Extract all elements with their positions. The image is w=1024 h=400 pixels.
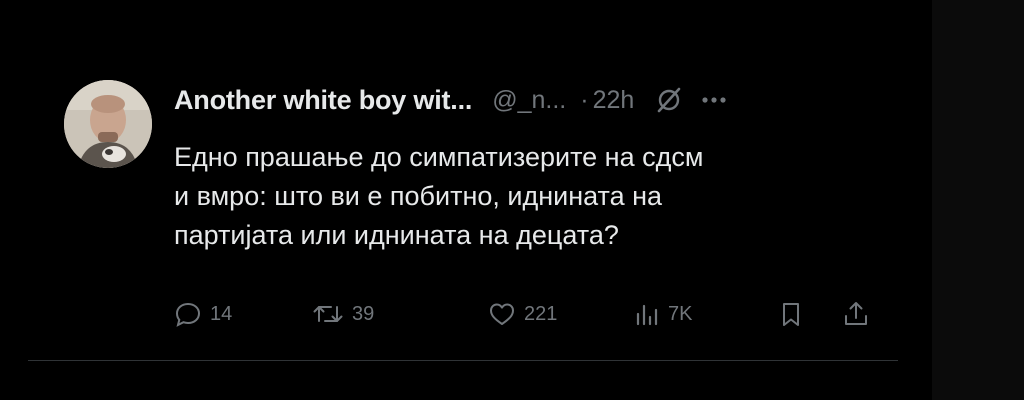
grok-slash-icon[interactable]: [654, 85, 684, 115]
more-icon[interactable]: [700, 86, 728, 114]
retweet-icon: [312, 300, 344, 328]
reply-button[interactable]: 14: [174, 296, 232, 332]
share-icon: [842, 300, 870, 328]
separator-dot: ·: [580, 85, 589, 114]
reply-icon: [174, 300, 202, 328]
views-icon: [634, 300, 660, 328]
display-name[interactable]: Another white boy wit...: [174, 85, 472, 116]
heart-icon: [488, 300, 516, 328]
tweet-header: Another white boy wit... @_n... · 22h: [174, 82, 728, 118]
right-panel: [932, 0, 1024, 400]
tweet-text: Едно прашање до симпатизерите на сдсм и …: [174, 138, 874, 255]
timestamp[interactable]: 22h: [593, 86, 635, 115]
tweet-text-line: и вмро: што ви е побитно, иднината на: [174, 181, 663, 211]
like-button[interactable]: 221: [488, 296, 557, 332]
share-button[interactable]: [842, 296, 870, 332]
action-bar: 14 39 221 7K: [174, 296, 874, 332]
avatar-image: [64, 80, 152, 168]
retweet-button[interactable]: 39: [312, 296, 374, 332]
like-count: 221: [524, 302, 558, 325]
tweet[interactable]: Another white boy wit... @_n... · 22h Ед…: [28, 60, 898, 361]
tweet-text-line: партијата или иднината на децата?: [174, 220, 619, 250]
bookmark-button[interactable]: [778, 296, 804, 332]
reply-count: 14: [210, 302, 233, 325]
views-button[interactable]: 7K: [634, 296, 692, 332]
views-count: 7K: [668, 302, 693, 325]
user-handle[interactable]: @_n...: [492, 86, 566, 115]
tweet-text-line: Едно прашање до симпатизерите на сдсм: [174, 142, 704, 172]
avatar[interactable]: [64, 80, 152, 168]
bookmark-icon: [778, 300, 804, 328]
retweet-count: 39: [352, 302, 375, 325]
